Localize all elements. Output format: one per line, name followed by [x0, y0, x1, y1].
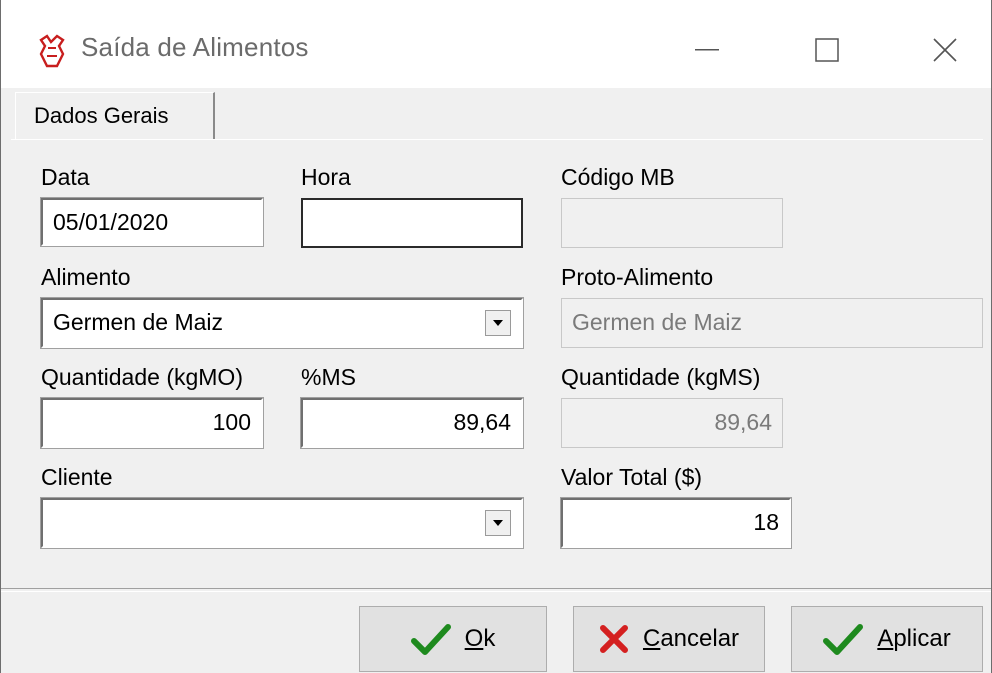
dialog-window: Saída de Alimentos Dados Gerais Data 05/…: [0, 0, 992, 673]
dropdown-button[interactable]: [485, 310, 511, 336]
quantidade-kgmo-field[interactable]: 100: [40, 397, 264, 449]
checkmark-icon: [823, 624, 864, 655]
ok-button[interactable]: Ok: [359, 606, 547, 672]
window-title: Saída de Alimentos: [81, 32, 309, 62]
apply-label: Aplicar: [877, 625, 951, 652]
apply-button[interactable]: Aplicar: [791, 606, 983, 672]
data-field[interactable]: 05/01/2020: [40, 197, 264, 247]
cliente-label: Cliente: [41, 464, 113, 490]
cancel-button[interactable]: Cancelar: [573, 606, 765, 672]
codigo-mb-field: [561, 198, 783, 248]
cancel-label: Cancelar: [642, 625, 740, 652]
quantidade-kgms-field: 89,64: [561, 398, 783, 448]
proto-alimento-field: Germen de Maiz: [561, 298, 983, 348]
alimento-value: Germen de Maiz: [53, 309, 224, 335]
valor-total-label: Valor Total ($): [561, 464, 703, 490]
title-bar: Saída de Alimentos: [1, 0, 991, 88]
hora-label: Hora: [301, 164, 351, 190]
hora-field[interactable]: [301, 198, 523, 248]
close-button[interactable]: [905, 18, 985, 82]
ms-pct-field[interactable]: 89,64: [300, 397, 524, 449]
footer-separator: [1, 588, 991, 592]
alimento-label: Alimento: [41, 264, 131, 290]
dropdown-button[interactable]: [485, 510, 511, 536]
data-label: Data: [41, 164, 90, 190]
app-icon: [39, 34, 65, 68]
x-icon: [599, 625, 628, 653]
chevron-down-icon: [493, 520, 503, 526]
close-icon: [933, 38, 957, 62]
cliente-select[interactable]: [40, 497, 524, 549]
checkmark-icon: [410, 624, 451, 655]
alimento-select[interactable]: Germen de Maiz: [40, 297, 524, 349]
proto-alimento-label: Proto-Alimento: [561, 264, 714, 290]
tab-dados-gerais[interactable]: Dados Gerais: [15, 92, 215, 140]
codigo-mb-label: Código MB: [561, 164, 675, 190]
chevron-down-icon: [493, 320, 503, 326]
minimize-icon: [695, 49, 719, 51]
ms-pct-label: %MS: [301, 364, 356, 390]
quantidade-kgmo-label: Quantidade (kgMO): [41, 364, 243, 390]
quantidade-kgms-label: Quantidade (kgMS): [561, 364, 761, 390]
valor-total-field[interactable]: 18: [560, 497, 792, 549]
minimize-button[interactable]: [667, 18, 747, 82]
ok-label: Ok: [464, 625, 496, 652]
maximize-icon: [815, 38, 839, 62]
maximize-button[interactable]: [787, 18, 867, 82]
